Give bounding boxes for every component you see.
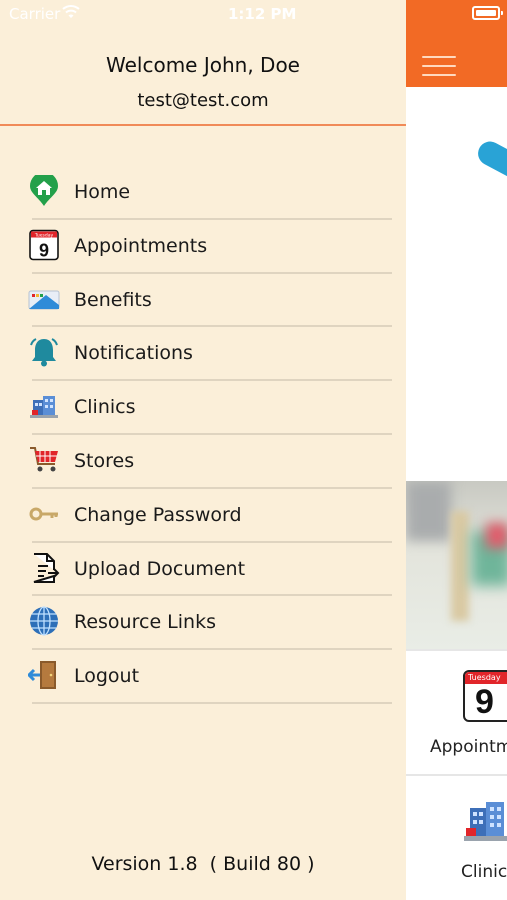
menu-item-resource-links[interactable]: Resource Links [0, 596, 406, 651]
wifi-icon [62, 5, 80, 18]
menu-item-stores[interactable]: Stores [0, 435, 406, 489]
clinic-building-icon [464, 802, 507, 841]
clinic-building-icon [30, 396, 58, 419]
menu-item-label: Upload Document [74, 557, 246, 580]
globe-icon [30, 606, 58, 637]
menu-item-label: Notifications [74, 342, 193, 365]
clinics-tile-label: Clinic [461, 862, 507, 882]
menu-item-label: Change Password [74, 503, 242, 526]
calendar-icon: Tuesday 9 [29, 229, 59, 260]
status-time: 1:12 PM [228, 5, 297, 23]
menu-item-benefits[interactable]: Benefits [0, 274, 406, 328]
banner-image [406, 481, 507, 649]
home-icon [30, 175, 58, 206]
hamburger-menu-button[interactable] [422, 56, 456, 78]
side-drawer: Welcome John, Doe test@test.com Home Tue… [0, 0, 406, 900]
menu-item-label: Clinics [74, 396, 136, 419]
menu-item-label: Benefits [74, 288, 152, 311]
logout-door-icon [28, 661, 56, 690]
logo-swoosh [473, 137, 507, 187]
menu-item-appointments[interactable]: Tuesday 9 Appointments [0, 220, 406, 274]
menu-item-upload-document[interactable]: Upload Document [0, 543, 406, 597]
svg-text:9: 9 [39, 240, 49, 260]
user-email: test@test.com [137, 90, 269, 111]
menu-item-label: Resource Links [74, 611, 216, 634]
drawer-menu: Home Tuesday 9 Appointments Benefits Not… [0, 166, 406, 704]
bell-icon [30, 338, 58, 367]
main-navbar [406, 0, 507, 87]
menu-item-label: Home [74, 181, 131, 203]
app-version: Version 1.8 ( Build 80 ) [91, 853, 315, 875]
menu-item-change-password[interactable]: Change Password [0, 489, 406, 543]
menu-item-home[interactable]: Home [0, 166, 406, 220]
menu-item-logout[interactable]: Logout [0, 650, 406, 704]
menu-item-label: Stores [74, 449, 135, 472]
calendar-icon: Tuesday 9 [463, 670, 507, 722]
appointments-tile-label: Appointm [430, 737, 507, 757]
status-bar: Carrier 1:12 PM [0, 0, 406, 28]
battery-icon [472, 6, 503, 20]
benefits-card-icon [28, 290, 60, 310]
welcome-text: Welcome John, Doe [106, 53, 300, 77]
menu-item-label: Logout [74, 665, 140, 688]
appointments-tile[interactable]: Tuesday 9 Appointm [406, 649, 507, 774]
menu-item-label: Appointments [74, 234, 208, 257]
svg-text:Tuesday: Tuesday [34, 232, 54, 238]
carrier-name: Carrier [9, 5, 61, 23]
clinics-tile[interactable]: Clinic [406, 774, 507, 900]
menu-item-notifications[interactable]: Notifications [0, 327, 406, 382]
key-icon [29, 507, 58, 521]
upload-document-icon [33, 552, 60, 583]
menu-item-clinics[interactable]: Clinics [0, 381, 406, 435]
main-content: Tuesday 9 Appointm Clinic [406, 0, 507, 900]
shopping-cart-icon [30, 446, 58, 472]
